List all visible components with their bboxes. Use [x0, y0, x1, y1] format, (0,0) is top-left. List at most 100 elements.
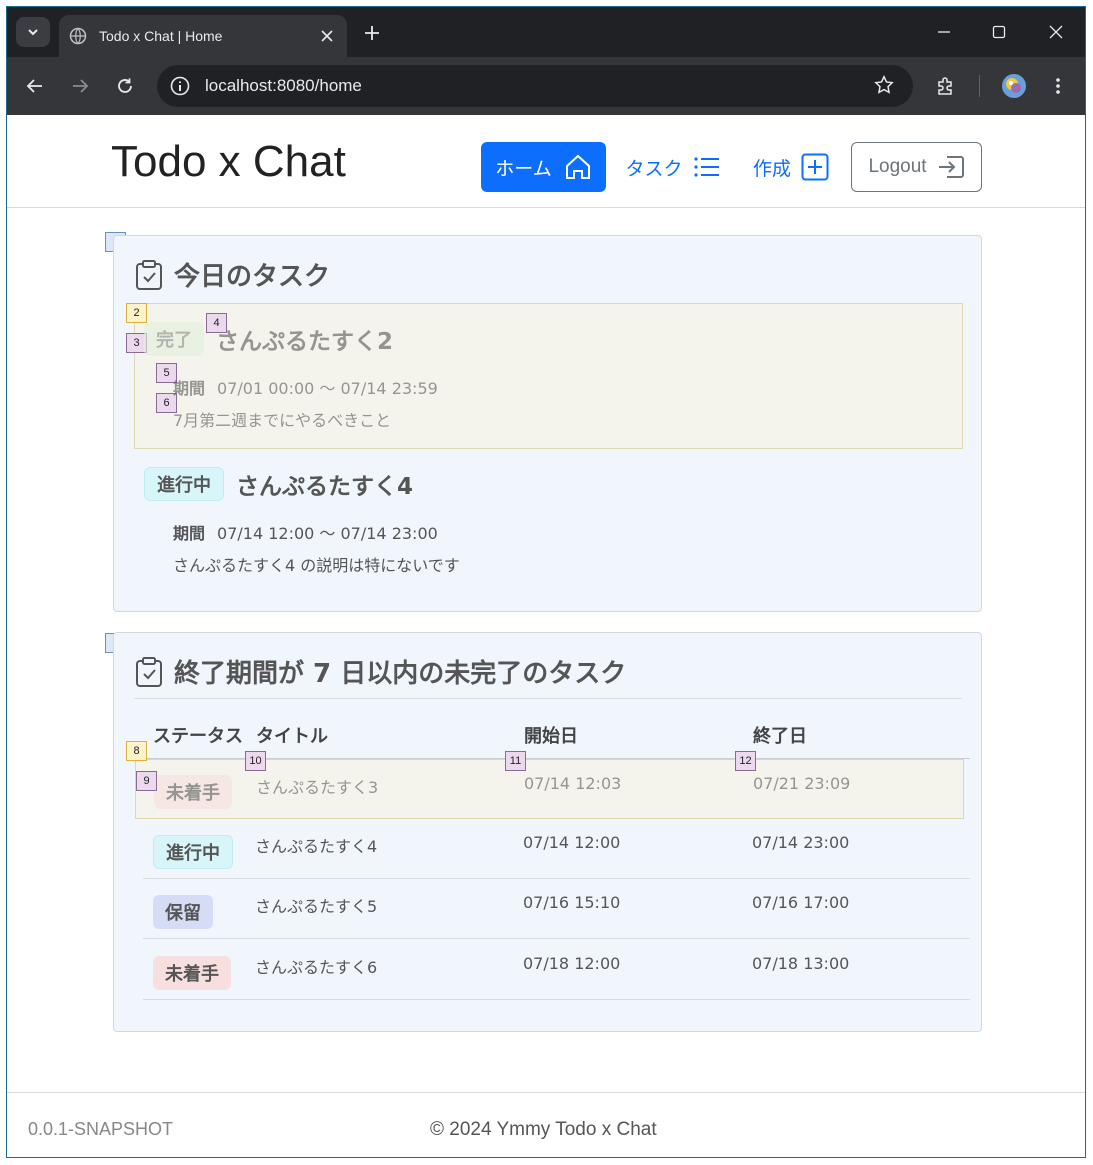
reload-button[interactable]	[114, 75, 136, 97]
clipboard-check-icon	[136, 656, 162, 687]
today-title: 今日のタスク	[134, 256, 330, 293]
browser-tab[interactable]: Todo x Chat | Home	[59, 15, 347, 57]
task-description: さんぷるたすく4 の説明は特にないです	[173, 556, 460, 575]
status-badge: 進行中	[153, 835, 233, 869]
puzzle-icon	[938, 77, 952, 95]
logout-button[interactable]: Logout	[851, 142, 982, 192]
clipboard-check-icon	[136, 259, 162, 290]
reload-icon	[118, 78, 132, 93]
table-row[interactable]: 進行中 さんぷるたすく4 07/14 12:00 07/14 23:00	[143, 819, 970, 879]
row-title[interactable]: さんぷるたすく3	[256, 774, 378, 798]
task-row: 進行中 さんぷるたすく4	[144, 467, 413, 501]
close-icon	[1049, 25, 1063, 39]
marker-2: 2	[126, 303, 147, 323]
table-row[interactable]: 未着手 さんぷるたすく6 07/18 12:00 07/18 13:00	[143, 940, 970, 1000]
today-tasks-card: 今日のタスク 2 3 4 5 6 完了 さんぷるたすく2 期間 07/01 00:…	[113, 235, 982, 612]
tab-title: Todo x Chat | Home	[99, 28, 223, 44]
row-end: 07/14 23:00	[752, 833, 850, 852]
today-title-text: 今日のタスク	[174, 262, 331, 292]
column-header-start: 開始日	[524, 726, 578, 747]
back-button[interactable]	[24, 75, 46, 97]
row-start: 07/14 12:00	[523, 833, 621, 852]
kebab-menu-icon	[1056, 78, 1060, 94]
nav-tasks-link[interactable]: タスク	[617, 142, 729, 192]
nav-home-label: ホーム	[495, 157, 552, 180]
period-value: 07/01 00:00 〜 07/14 23:59	[217, 379, 438, 398]
column-header-title: タイトル	[256, 726, 328, 747]
row-start: 07/18 12:00	[523, 954, 621, 973]
nav-create-label: 作成	[752, 157, 791, 180]
row-title[interactable]: さんぷるたすく5	[255, 893, 377, 917]
arrow-left-icon	[26, 79, 42, 93]
task-name[interactable]: さんぷるたすく2	[216, 322, 393, 356]
site-info-icon[interactable]	[169, 75, 191, 97]
menu-button[interactable]	[1047, 75, 1069, 97]
upcoming-title: 終了期間が 7 日以内の未完了のタスク	[134, 653, 626, 690]
browser-window: Todo x Chat | Home localhost:8080/home T…	[6, 6, 1086, 1158]
marker-12: 12	[735, 751, 756, 771]
arrow-right-icon	[73, 79, 89, 93]
forward-button[interactable]	[69, 75, 91, 97]
app-header: Todo x Chat ホーム タスク 作成 Logout	[7, 115, 1085, 208]
marker-11: 11	[505, 751, 526, 771]
chevron-down-icon	[28, 29, 38, 36]
bookmark-star-icon[interactable]	[873, 74, 897, 98]
task-description: 7月第二週までにやるべきこと	[173, 411, 392, 430]
new-tab-button[interactable]	[360, 21, 384, 45]
task-row: 完了 さんぷるたすく2	[144, 322, 393, 356]
address-bar[interactable]: localhost:8080/home	[157, 65, 913, 107]
extensions-button[interactable]	[935, 75, 957, 97]
tab-bar: Todo x Chat | Home	[7, 7, 1085, 57]
column-header-end: 終了日	[753, 726, 807, 747]
nav-home-button[interactable]: ホーム	[481, 142, 606, 192]
task-period: 期間 07/14 12:00 〜 07/14 23:00	[173, 520, 438, 544]
row-title[interactable]: さんぷるたすく4	[255, 833, 377, 857]
row-end: 07/18 13:00	[752, 954, 850, 973]
close-tab-icon[interactable]	[317, 26, 337, 46]
task-name[interactable]: さんぷるたすく4	[236, 467, 413, 501]
minimize-button[interactable]	[929, 19, 959, 45]
status-badge: 未着手	[154, 775, 232, 809]
marker-8: 8	[126, 741, 147, 761]
brand-logo[interactable]: Todo x Chat	[111, 137, 346, 187]
globe-icon	[69, 27, 87, 45]
maximize-button[interactable]	[984, 19, 1014, 45]
tab-search-button[interactable]	[16, 17, 50, 47]
upcoming-tasks-card: 終了期間が 7 日以内の未完了のタスク ステータス タイトル 開始日 終了日 未…	[113, 632, 982, 1032]
marker-10: 10	[245, 751, 266, 771]
copyright-text: © 2024 Ymmy Todo x Chat	[430, 1119, 657, 1140]
url-text: localhost:8080/home	[205, 76, 362, 95]
period-value: 07/14 12:00 〜 07/14 23:00	[217, 524, 438, 543]
row-start: 07/14 12:03	[524, 774, 622, 793]
plus-icon	[365, 26, 379, 40]
row-start: 07/16 15:10	[523, 893, 621, 912]
profile-avatar[interactable]	[1001, 73, 1027, 99]
nav-create-link[interactable]: 作成	[741, 142, 841, 192]
table-row[interactable]: 保留 さんぷるたすく5 07/16 15:10 07/16 17:00	[143, 879, 970, 939]
row-title[interactable]: さんぷるたすく6	[255, 954, 377, 978]
page-footer: 0.0.1-SNAPSHOT © 2024 Ymmy Todo x Chat	[7, 1092, 1085, 1157]
row-end: 07/21 23:09	[753, 774, 851, 793]
status-badge: 未着手	[153, 956, 231, 990]
status-badge: 保留	[153, 895, 213, 929]
avatar-icon	[1002, 74, 1026, 98]
minimize-icon	[938, 31, 950, 33]
task-period: 期間 07/01 00:00 〜 07/14 23:59	[173, 375, 438, 399]
plus-square-icon	[801, 153, 829, 181]
page: Todo x Chat ホーム タスク 作成 Logout 1	[7, 115, 1085, 1157]
close-window-button[interactable]	[1041, 19, 1071, 45]
period-label: 期間	[173, 524, 206, 543]
logout-label: Logout	[868, 156, 927, 177]
toolbar-divider	[979, 75, 980, 97]
title-divider	[134, 698, 962, 699]
marker-9: 9	[136, 771, 157, 791]
status-badge: 進行中	[144, 467, 224, 501]
status-badge: 完了	[144, 322, 204, 356]
period-label: 期間	[173, 379, 206, 398]
list-icon	[693, 157, 719, 177]
column-header-status: ステータス	[153, 726, 243, 747]
house-icon	[565, 154, 590, 179]
maximize-icon	[992, 25, 1006, 39]
row-end: 07/16 17:00	[752, 893, 850, 912]
logout-icon	[938, 156, 964, 178]
